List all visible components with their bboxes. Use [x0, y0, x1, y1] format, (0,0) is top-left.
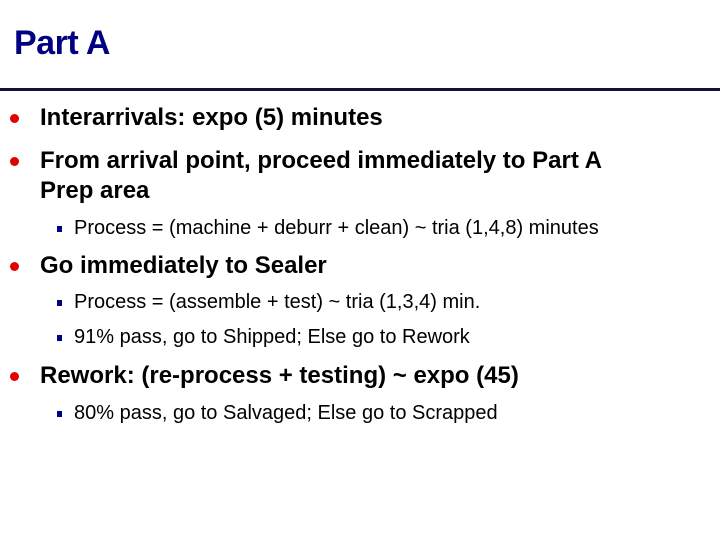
sub-bullet-item: 80% pass, go to Salvaged; Else go to Scr…: [57, 401, 498, 425]
sub-bullet-item: Process = (assemble + test) ~ tria (1,3,…: [57, 290, 481, 314]
title-rule: [0, 88, 720, 91]
square-bullet-icon: [57, 226, 62, 232]
bullet-item: From arrival point, proceed immediately …: [10, 146, 710, 206]
square-bullet-icon: [57, 335, 62, 341]
sub-bullet-text: Process = (assemble + test) ~ tria (1,3,…: [74, 291, 481, 313]
sub-bullet-text: Process = (machine + deburr + clean) ~ t…: [74, 217, 599, 239]
square-bullet-icon: [57, 300, 62, 306]
bullet-dot-icon: [10, 114, 19, 123]
sub-bullet-item: 91% pass, go to Shipped; Else go to Rewo…: [57, 325, 470, 349]
sub-bullet-item: Process = (machine + deburr + clean) ~ t…: [57, 216, 599, 240]
bullet-item: Interarrivals: expo (5) minutes: [10, 103, 710, 133]
bullet-dot-icon: [10, 262, 19, 271]
bullet-text: Interarrivals: expo (5) minutes: [40, 104, 383, 131]
bullet-item: Rework: (re-process + testing) ~ expo (4…: [10, 361, 710, 391]
sub-bullet-text: 80% pass, go to Salvaged; Else go to Scr…: [74, 402, 498, 424]
slide-title: Part A: [14, 24, 110, 62]
bullet-dot-icon: [10, 372, 19, 381]
bullet-item: Go immediately to Sealer: [10, 251, 710, 281]
bullet-dot-icon: [10, 157, 19, 166]
bullet-text: Rework: (re-process + testing) ~ expo (4…: [40, 362, 519, 389]
square-bullet-icon: [57, 411, 62, 417]
bullet-text: Go immediately to Sealer: [40, 252, 327, 279]
bullet-text: From arrival point, proceed immediately …: [40, 147, 602, 174]
sub-bullet-text: 91% pass, go to Shipped; Else go to Rewo…: [74, 326, 470, 348]
bullet-text-continued: Prep area: [40, 177, 150, 204]
